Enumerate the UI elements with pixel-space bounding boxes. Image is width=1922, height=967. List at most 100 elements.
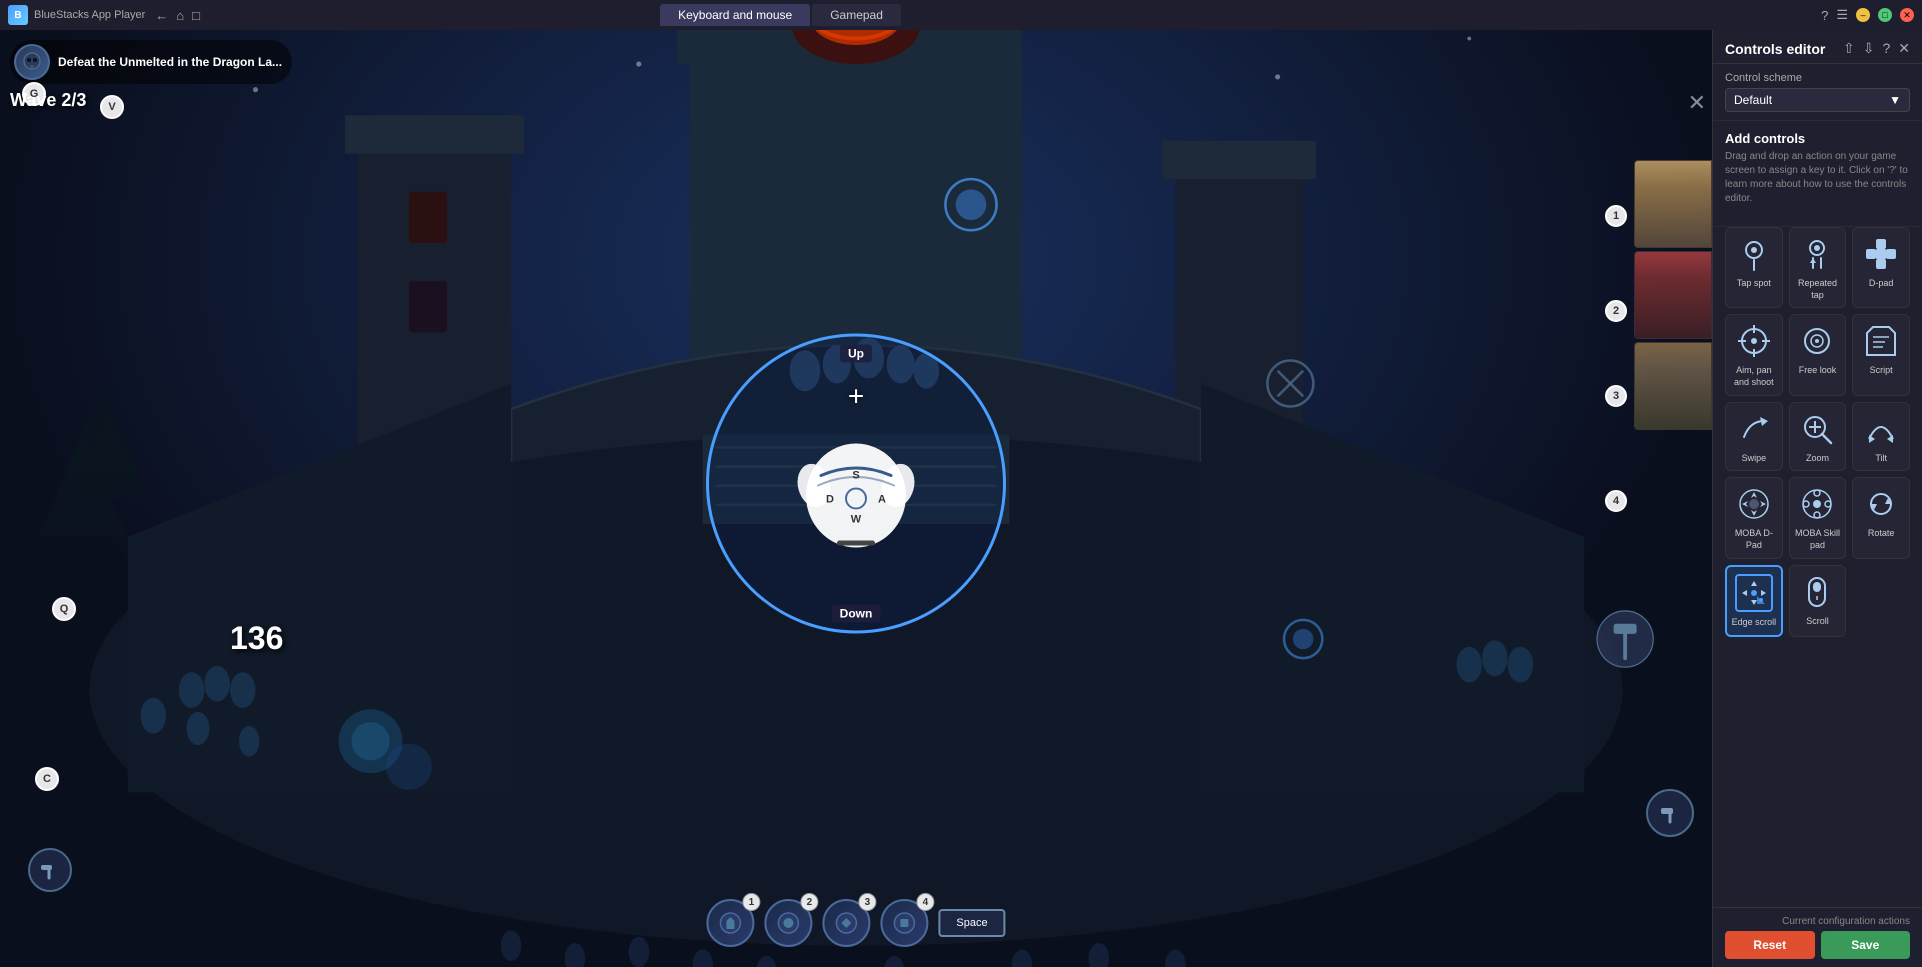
minimize-button[interactable]: – [1856,8,1870,22]
main-content: Defeat the Unmelted in the Dragon La... … [0,30,1922,967]
save-button[interactable]: Save [1821,931,1911,959]
maximize-button[interactable]: □ [1878,8,1892,22]
char-num-1: 1 [1605,205,1627,227]
player-avatar: Defeat the Unmelted in the Dragon La... [10,40,292,84]
hud-objective: Defeat the Unmelted in the Dragon La... [58,55,282,69]
control-free-look[interactable]: Free look [1789,314,1847,395]
hammer-button-2[interactable] [28,848,72,892]
game-area: Defeat the Unmelted in the Dragon La... … [0,30,1712,967]
nav-back-icon[interactable]: ← [155,8,168,23]
svg-text:D: D [826,494,834,506]
control-swipe[interactable]: Swipe [1725,402,1783,472]
skill-btn-4[interactable]: 4 [880,899,928,947]
kbd-badge-q[interactable]: Q [52,597,76,621]
control-scroll[interactable]: Scroll [1789,565,1847,637]
add-controls-section: Add controls Drag and drop an action on … [1713,121,1922,227]
edge-scroll-preview [1735,574,1773,612]
svg-text:W: W [851,514,862,526]
zoom-icon [1797,409,1837,449]
skill-btn-1[interactable]: 1 [706,899,754,947]
dpad-dash [837,541,875,546]
controls-grid: Tap spot Repeated tap [1713,227,1922,647]
app-name: BlueStacks App Player [34,9,145,21]
score-display: 136 [230,620,283,657]
tab-gamepad[interactable]: Gamepad [812,4,901,26]
titlebar-tabs: Keyboard and mouse Gamepad [660,4,901,26]
aim-pan-shoot-label: Aim, pan and shoot [1730,365,1778,388]
kbd-badge-c[interactable]: C [35,767,59,791]
skill-2-num: 2 [800,893,818,911]
nav-restore-icon[interactable]: □ [192,8,200,23]
kbd-badge-g[interactable]: G [22,82,46,106]
skill-btn-3[interactable]: 3 [822,899,870,947]
menu-icon[interactable]: ☰ [1836,7,1848,23]
dpad-down-label: Down [832,604,881,622]
dpad-hand-container: + S [786,421,926,546]
scroll-label: Scroll [1806,616,1829,628]
space-button[interactable]: Space [938,909,1005,937]
dpad-circle: Up Down + [706,333,1006,633]
panel-download-icon[interactable]: ⇩ [1863,40,1875,57]
close-button[interactable]: ✕ [1900,8,1914,22]
control-tap-spot[interactable]: Tap spot [1725,227,1783,308]
control-moba-dpad[interactable]: MOBA D-Pad [1725,477,1783,558]
skill-4-num: 4 [916,893,934,911]
titlebar-right-icons: ? ☰ – □ ✕ [1821,7,1914,23]
skull-icon [21,51,43,73]
char-portrait-1[interactable] [1634,160,1712,248]
dpad-icon [1861,234,1901,274]
control-tilt[interactable]: Tilt [1852,402,1910,472]
panel-header: Controls editor ⇧ ⇩ ? ✕ [1713,30,1922,64]
panel-close-icon[interactable]: ✕ [1898,40,1910,57]
kbd-badge-v[interactable]: V [100,95,124,119]
add-controls-desc: Drag and drop an action on your game scr… [1725,150,1910,206]
char-portrait-3[interactable] [1634,342,1712,430]
repeated-tap-icon [1797,234,1837,274]
panel-header-icons: ⇧ ⇩ ? ✕ [1843,40,1910,57]
panel-share-icon[interactable]: ⇧ [1843,40,1855,57]
control-moba-skill-pad[interactable]: MOBA Skill pad [1789,477,1847,558]
hammer-icon [1657,800,1683,826]
scheme-dropdown-icon: ▼ [1889,93,1901,107]
nav-home-icon[interactable]: ⌂ [176,8,184,23]
skill-2-icon [776,911,800,935]
edge-scroll-label: Edge scroll [1732,617,1777,629]
moba-skill-pad-icon [1797,484,1837,524]
scheme-select[interactable]: Default ▼ [1725,88,1910,112]
free-look-label: Free look [1799,365,1837,377]
control-aim-pan-shoot[interactable]: Aim, pan and shoot [1725,314,1783,395]
skill-btn-2[interactable]: 2 [764,899,812,947]
controls-panel: Controls editor ⇧ ⇩ ? ✕ Control scheme D… [1712,30,1922,967]
game-close-icon[interactable]: ✕ [1688,90,1706,116]
hammer-button[interactable] [1646,789,1694,837]
char-num-3: 3 [1605,385,1627,407]
tab-keyboard-mouse[interactable]: Keyboard and mouse [660,4,810,26]
moba-dpad-icon [1734,484,1774,524]
panel-help-icon[interactable]: ? [1882,40,1890,57]
control-rotate[interactable]: Rotate [1852,477,1910,558]
reset-button[interactable]: Reset [1725,931,1815,959]
control-repeated-tap[interactable]: Repeated tap [1789,227,1847,308]
panel-footer: Current configuration actions Reset Save [1713,907,1922,967]
control-script[interactable]: Script [1852,314,1910,395]
scheme-row: Control scheme Default ▼ [1713,64,1922,121]
help-icon[interactable]: ? [1821,8,1828,23]
panel-title: Controls editor [1725,41,1825,57]
control-dpad[interactable]: D-pad [1852,227,1910,308]
svg-text:A: A [878,494,886,506]
tilt-label: Tilt [1875,453,1887,465]
rotate-label: Rotate [1868,528,1895,540]
wave-indicator: Wave 2/3 [10,90,292,111]
moba-dpad-label: MOBA D-Pad [1730,528,1778,551]
char-portrait-2[interactable] [1634,251,1712,339]
control-zoom[interactable]: Zoom [1789,402,1847,472]
script-icon [1861,321,1901,361]
tilt-icon [1861,409,1901,449]
app-logo: B [8,5,28,25]
control-edge-scroll[interactable]: Edge scroll [1725,565,1783,637]
swipe-icon [1734,409,1774,449]
skill-bar: 1 2 3 4 [706,899,1005,947]
dpad-overlay[interactable]: Up Down + [701,328,1011,638]
skill-3-icon [834,911,858,935]
aim-pan-shoot-icon [1734,321,1774,361]
